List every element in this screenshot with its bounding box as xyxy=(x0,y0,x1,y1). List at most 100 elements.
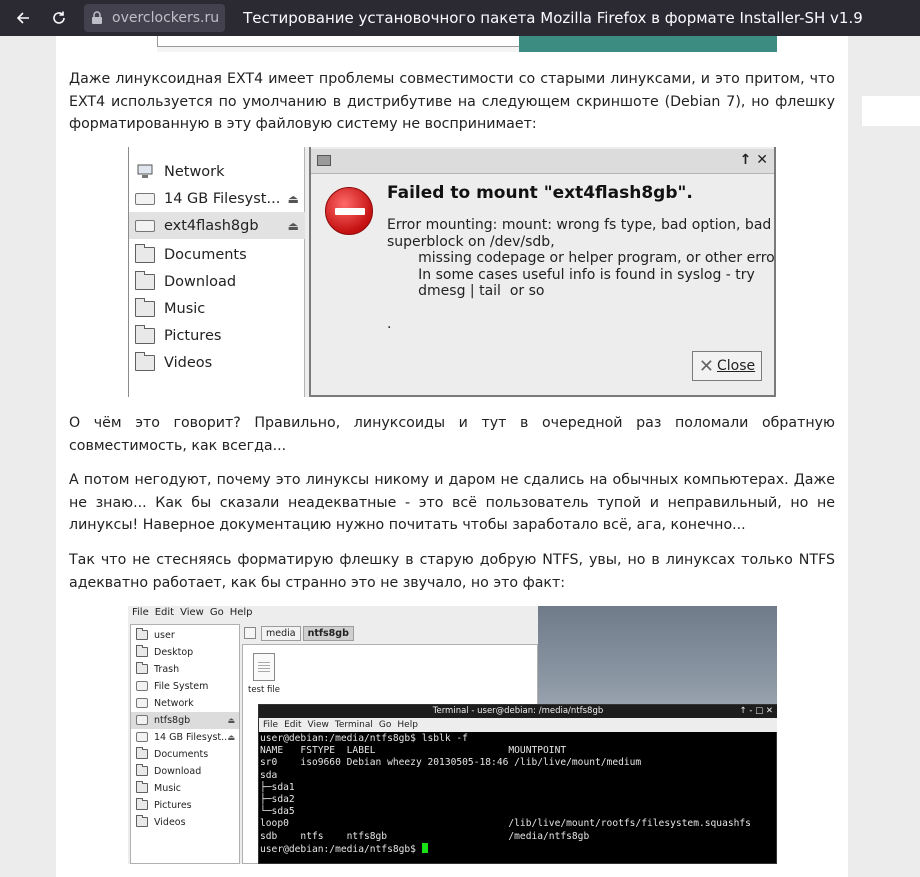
reload-icon xyxy=(53,11,65,24)
drive-icon xyxy=(136,732,148,743)
location-toggle-button[interactable] xyxy=(244,627,256,639)
folder-icon xyxy=(135,324,155,344)
sidebar-item-label: Documents xyxy=(164,246,247,263)
sidebar-item-label: Pictures xyxy=(154,799,192,811)
sidebar-item-music[interactable]: Music xyxy=(129,295,305,322)
back-button[interactable] xyxy=(6,0,40,36)
network-icon xyxy=(136,698,148,709)
article-body: Даже линуксоидная EXT4 имеет проблемы со… xyxy=(56,36,848,877)
side-panel xyxy=(862,96,920,126)
menu-file[interactable]: File xyxy=(132,607,149,618)
error-dialog: ↑ ✕ Failed to mount "ext4flash8gb". Erro… xyxy=(309,147,776,397)
folder-icon xyxy=(136,747,148,760)
cropped-screenshot-top xyxy=(157,36,777,52)
dialog-window-buttons[interactable]: ↑ ✕ xyxy=(740,152,768,168)
sidebar-item-ext4flash8gb[interactable]: ext4flash8gb ⏏ xyxy=(129,212,305,239)
sidebar-item-label: Download xyxy=(164,273,237,290)
text-file-icon[interactable] xyxy=(253,653,275,681)
menu-view[interactable]: View xyxy=(308,720,329,730)
terminal-titlebar: Terminal - user@debian: /media/ntfs8gb ↑… xyxy=(259,705,777,718)
network-icon xyxy=(135,164,155,180)
sidebar-item-network[interactable]: Network xyxy=(129,158,305,185)
sidebar-item-label: Network xyxy=(164,163,225,180)
close-button-label: Close xyxy=(716,358,756,374)
drive-icon xyxy=(136,715,148,726)
sidebar-item-filesystem[interactable]: File System xyxy=(131,678,239,695)
menu-help[interactable]: Help xyxy=(230,607,253,618)
sidebar-item-music[interactable]: Music xyxy=(131,780,239,797)
drive-icon xyxy=(136,681,148,692)
terminal-text: user@debian:/media/ntfs8gb$ lsblk -f NAM… xyxy=(260,733,751,855)
sidebar-item-pictures[interactable]: Pictures xyxy=(131,797,239,814)
sidebar-item-download[interactable]: Download xyxy=(129,268,305,295)
sidebar-item-label: Videos xyxy=(154,816,186,828)
sidebar-item-documents[interactable]: Documents xyxy=(129,241,305,268)
sidebar-item-network[interactable]: Network xyxy=(131,695,239,712)
menu-help[interactable]: Help xyxy=(397,720,418,730)
sidebar-item-download[interactable]: Download xyxy=(131,763,239,780)
sidebar-item-label: 14 GB Filesyst... xyxy=(164,190,281,207)
sidebar-item-14gb[interactable]: 14 GB Filesyst... ⏏ xyxy=(131,729,239,746)
home-folder-icon xyxy=(136,628,148,641)
menu-view[interactable]: View xyxy=(180,607,204,618)
sidebar-item-pictures[interactable]: Pictures xyxy=(129,322,305,349)
dialog-message: Error mounting: mount: wrong fs type, ba… xyxy=(387,217,776,332)
menu-terminal[interactable]: Terminal xyxy=(335,720,373,730)
eject-icon[interactable]: ⏏ xyxy=(227,716,235,725)
file-manager-sidebar: user Desktop Trash File System Network n… xyxy=(130,624,240,864)
menu-edit[interactable]: Edit xyxy=(155,607,174,618)
folder-icon xyxy=(135,351,155,371)
menu-file[interactable]: File xyxy=(263,720,278,730)
back-arrow-icon xyxy=(16,12,29,24)
url-bar[interactable]: overclockers.ru xyxy=(84,4,226,32)
folder-icon xyxy=(136,781,148,794)
eject-icon[interactable]: ⏏ xyxy=(288,219,299,233)
folder-icon xyxy=(135,243,155,263)
sidebar-item-label: user xyxy=(154,629,175,641)
reload-button[interactable] xyxy=(42,0,76,36)
terminal-output[interactable]: user@debian:/media/ntfs8gb$ lsblk -f NAM… xyxy=(260,733,751,856)
article-paragraph-3: А потом негодуют, почему это линуксы ник… xyxy=(69,472,835,533)
article-paragraph-4: Так что не стесняясь форматирую флешку в… xyxy=(69,552,835,591)
menu-go[interactable]: Go xyxy=(379,720,391,730)
file-manager-sidebar: Network 14 GB Filesyst... ⏏ ext4flash8gb… xyxy=(128,147,305,397)
eject-icon[interactable]: ⏏ xyxy=(227,733,235,742)
sidebar-item-label: Network xyxy=(154,697,194,709)
sidebar-item-label: File System xyxy=(154,680,209,692)
sidebar-item-videos[interactable]: Videos xyxy=(129,349,305,376)
file-name[interactable]: test file xyxy=(248,685,280,695)
terminal-title: Terminal - user@debian: /media/ntfs8gb xyxy=(432,706,604,716)
sidebar-item-desktop[interactable]: Desktop xyxy=(131,644,239,661)
sidebar-item-label: Videos xyxy=(164,354,213,371)
close-button[interactable]: ✕ Close xyxy=(692,351,762,381)
sidebar-item-label: Trash xyxy=(154,663,180,675)
breadcrumb-ntfs8gb[interactable]: ntfs8gb xyxy=(302,625,354,641)
sidebar-item-documents[interactable]: Documents xyxy=(131,746,239,763)
folder-icon xyxy=(136,815,148,828)
sidebar-item-ntfs8gb[interactable]: ntfs8gb ⏏ xyxy=(131,712,239,729)
terminal-menubar: File Edit View Terminal Go Help xyxy=(259,718,777,732)
sidebar-item-14gb[interactable]: 14 GB Filesyst... ⏏ xyxy=(129,185,305,212)
sidebar-item-label: ext4flash8gb xyxy=(164,217,259,234)
browser-toolbar: overclockers.ru Тестирование установочно… xyxy=(0,0,920,36)
dialog-heading: Failed to mount "ext4flash8gb". xyxy=(387,183,693,203)
breadcrumb-media[interactable]: media xyxy=(261,625,301,641)
error-stop-icon xyxy=(325,187,373,235)
cropped-desktop-bg xyxy=(519,36,777,52)
url-domain: overclockers.ru xyxy=(112,10,220,26)
folder-icon xyxy=(136,764,148,777)
sidebar-item-user[interactable]: user xyxy=(131,627,239,644)
sidebar-item-videos[interactable]: Videos xyxy=(131,814,239,831)
sidebar-item-label: Pictures xyxy=(164,327,222,344)
desktop-icon xyxy=(136,645,148,658)
screenshot-mount-error: Network 14 GB Filesyst... ⏏ ext4flash8gb… xyxy=(128,147,776,397)
article-paragraph-2: О чём это говорит? Правильно, линуксоиды… xyxy=(69,415,835,454)
menu-edit[interactable]: Edit xyxy=(284,720,301,730)
menu-go[interactable]: Go xyxy=(210,607,224,618)
eject-icon[interactable]: ⏏ xyxy=(288,192,299,206)
terminal-window-buttons[interactable]: ↑ - □ ✕ xyxy=(740,705,773,718)
location-bar: media ntfs8gb xyxy=(244,624,538,642)
sidebar-item-label: Desktop xyxy=(154,646,194,658)
sidebar-item-trash[interactable]: Trash xyxy=(131,661,239,678)
sidebar-item-label: Documents xyxy=(154,748,209,760)
